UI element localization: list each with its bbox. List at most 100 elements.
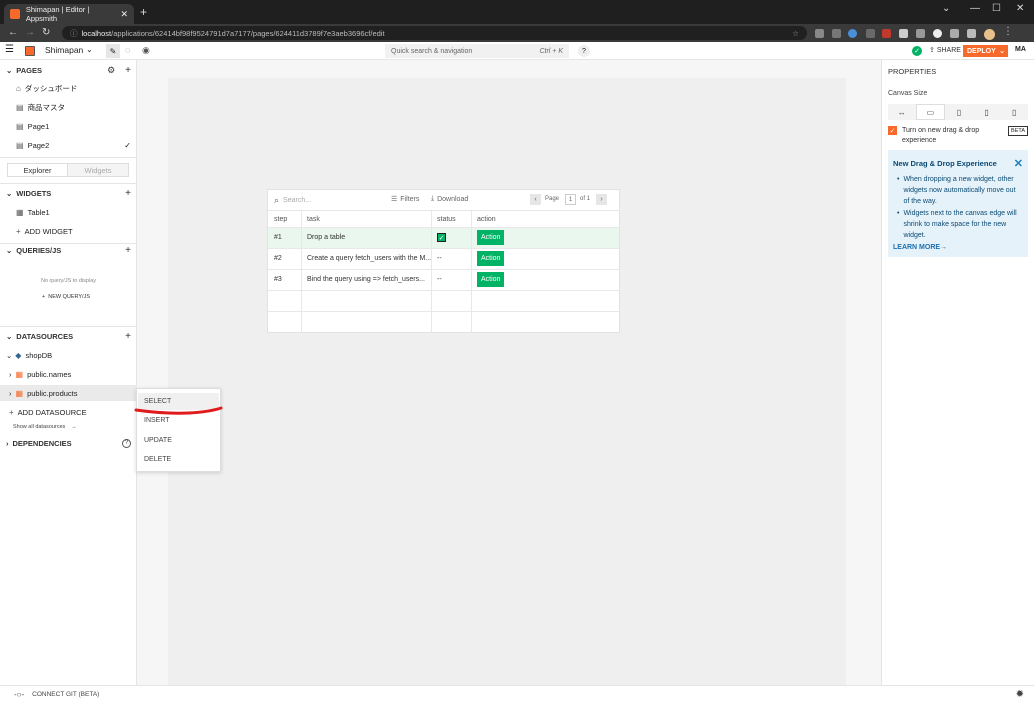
- add-datasource-button[interactable]: + ADD DATASOURCE: [0, 404, 137, 420]
- reload-icon[interactable]: ↻: [42, 27, 50, 38]
- chevron-right-icon[interactable]: ›: [6, 439, 9, 448]
- dnd-checkbox[interactable]: ✓: [888, 126, 897, 135]
- menu-item-delete[interactable]: DELETE: [138, 451, 219, 468]
- show-all-datasources-link[interactable]: Show all datasources →: [13, 424, 77, 430]
- table-widget[interactable]: ⌕ Search... ☰ Filters ⤓ Download ‹ Page …: [267, 189, 620, 333]
- share-button[interactable]: ⇪ SHARE: [929, 46, 961, 54]
- add-page-icon[interactable]: +: [125, 65, 131, 76]
- add-widget-icon[interactable]: +: [125, 188, 131, 199]
- chevron-right-icon[interactable]: ›: [9, 389, 12, 398]
- extension-icon[interactable]: [950, 29, 959, 38]
- chevron-down-icon[interactable]: ⌄: [86, 45, 93, 54]
- gear-icon[interactable]: ⚙: [107, 65, 115, 76]
- action-button[interactable]: Action: [477, 272, 505, 287]
- action-button[interactable]: Action: [477, 251, 505, 266]
- prev-page-button[interactable]: ‹: [530, 194, 541, 205]
- table-cell-status[interactable]: --: [431, 248, 471, 269]
- next-page-button[interactable]: ›: [596, 194, 607, 205]
- queries-section-header[interactable]: ⌄ QUERIES/JS +: [0, 243, 137, 257]
- fluid-width-icon[interactable]: ↔: [888, 104, 916, 120]
- chevron-down-icon[interactable]: ⌄: [6, 189, 12, 198]
- new-tab-button[interactable]: +: [140, 5, 147, 19]
- tab-widgets[interactable]: Widgets: [68, 164, 128, 176]
- table-cell-task[interactable]: Create a query fetch_users with the M...: [301, 248, 431, 269]
- chevron-down-icon[interactable]: ⌄: [6, 351, 12, 360]
- learn-more-link[interactable]: LEARN MORE→: [893, 244, 1023, 251]
- extension-icon[interactable]: [832, 29, 841, 38]
- close-window-icon[interactable]: ✕: [1016, 3, 1024, 14]
- help-icon[interactable]: ?: [122, 438, 131, 448]
- extension-icon[interactable]: [933, 29, 942, 38]
- app-name[interactable]: Shimapan: [45, 45, 83, 55]
- chevron-down-icon[interactable]: ⌄: [942, 3, 950, 14]
- edit-mode-icon[interactable]: ✎: [106, 44, 120, 58]
- page-item[interactable]: ▤ 商品マスタ: [0, 99, 137, 115]
- minimize-icon[interactable]: —: [970, 3, 980, 14]
- add-widget-button[interactable]: + ADD WIDGET: [0, 223, 137, 239]
- action-button[interactable]: Action: [477, 230, 505, 245]
- table-item[interactable]: › ▦ public.names: [0, 366, 137, 382]
- datasources-section-header[interactable]: ⌄ DATASOURCES +: [0, 329, 137, 343]
- datasource-item[interactable]: ⌄ ◆ shopDB: [0, 347, 137, 363]
- hamburger-icon[interactable]: ☰: [5, 44, 14, 55]
- profile-avatar[interactable]: [984, 29, 995, 40]
- help-button[interactable]: ?: [578, 45, 590, 57]
- search-input[interactable]: Quick search & navigation Ctrl + K: [385, 44, 569, 58]
- chevron-down-icon[interactable]: ⌄: [6, 66, 12, 75]
- close-icon[interactable]: ✕: [1014, 157, 1023, 170]
- checkbox-icon[interactable]: ✓: [437, 233, 446, 242]
- main-canvas[interactable]: [168, 78, 846, 685]
- widgets-section-header[interactable]: ⌄ WIDGETS +: [0, 186, 137, 200]
- page-item-active[interactable]: ▤ Page2 ✓: [0, 137, 137, 153]
- column-header-status[interactable]: status: [431, 211, 471, 227]
- filters-button[interactable]: ☰ Filters: [391, 195, 419, 204]
- table-cell-step[interactable]: #2: [268, 248, 301, 269]
- desktop-icon[interactable]: ▭: [915, 104, 946, 120]
- extension-icon[interactable]: [815, 29, 824, 38]
- deploy-button[interactable]: DEPLOY ⌄: [963, 45, 1008, 57]
- download-button[interactable]: ⤓ Download: [431, 195, 468, 203]
- comment-icon[interactable]: ◌: [125, 45, 130, 55]
- extension-icon[interactable]: [848, 29, 857, 38]
- column-header-step[interactable]: step: [268, 211, 301, 227]
- connect-git-button[interactable]: CONNECT GIT (BETA): [32, 691, 99, 698]
- column-header-action[interactable]: action: [471, 211, 619, 227]
- extension-icon[interactable]: [899, 29, 908, 38]
- chevron-down-icon[interactable]: ⌄: [999, 47, 1008, 55]
- widget-item[interactable]: ▦ Table1: [0, 204, 137, 220]
- table-cell-step[interactable]: #1: [268, 227, 301, 248]
- tab-explorer[interactable]: Explorer: [8, 164, 68, 176]
- page-number-input[interactable]: 1: [565, 194, 576, 205]
- maximize-icon[interactable]: ☐: [992, 3, 1001, 14]
- kebab-menu-icon[interactable]: ⋮: [1003, 26, 1013, 37]
- table-cell-task[interactable]: Bind the query using => fetch_users...: [301, 269, 431, 290]
- new-query-button[interactable]: + NEW QUERY/JS: [42, 294, 90, 300]
- extension-icon[interactable]: [916, 29, 925, 38]
- table-cell-status[interactable]: ✓: [431, 227, 471, 248]
- chevron-right-icon[interactable]: ›: [9, 370, 12, 379]
- pages-section-header[interactable]: ⌄ PAGES ⚙ +: [0, 63, 137, 77]
- dependencies-section-header[interactable]: › DEPENDENCIES ?: [0, 436, 137, 450]
- debugger-bug-icon[interactable]: ✹: [1016, 689, 1024, 700]
- bookmark-star-icon[interactable]: ☆: [792, 29, 799, 38]
- url-field[interactable]: ⓘ localhost /applications/62414bf98f9524…: [62, 26, 807, 40]
- add-datasource-icon[interactable]: +: [125, 331, 131, 342]
- chevron-down-icon[interactable]: ⌄: [6, 332, 12, 341]
- table-cell-task[interactable]: Drop a table: [301, 227, 431, 248]
- column-header-task[interactable]: task: [301, 211, 431, 227]
- close-tab-icon[interactable]: ✕: [120, 9, 128, 20]
- extension-icon[interactable]: [882, 29, 891, 38]
- page-item[interactable]: ▤ Page1: [0, 118, 137, 134]
- table-item-active[interactable]: › ▦ public.products: [0, 385, 137, 401]
- avatar[interactable]: MA: [1015, 46, 1026, 53]
- forward-icon[interactable]: →: [25, 27, 35, 38]
- browser-tab[interactable]: Shimapan | Editor | Appsmith ✕: [4, 4, 134, 24]
- mobile-icon[interactable]: ▯: [1000, 104, 1028, 120]
- add-query-icon[interactable]: +: [125, 245, 131, 256]
- preview-eye-icon[interactable]: ◉: [142, 45, 150, 56]
- table-cell-status[interactable]: --: [431, 269, 471, 290]
- chevron-down-icon[interactable]: ⌄: [6, 246, 12, 255]
- page-item[interactable]: ⌂ ダッシュボード: [0, 80, 137, 96]
- back-icon[interactable]: ←: [8, 27, 18, 38]
- puzzle-icon[interactable]: [967, 29, 976, 38]
